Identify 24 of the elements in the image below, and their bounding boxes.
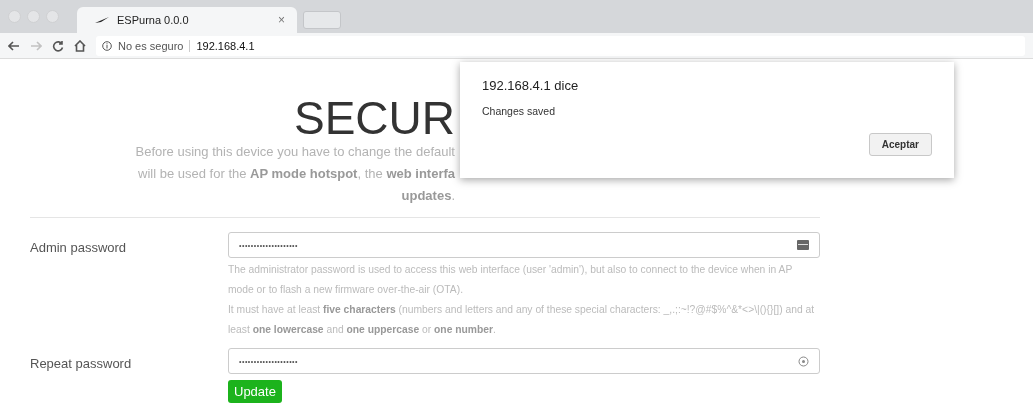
intro-text: updates.	[401, 187, 455, 205]
card-icon[interactable]	[797, 240, 809, 250]
intro-text: will be used for the AP mode hotspot, the web interfa	[138, 165, 455, 183]
reload-icon[interactable]	[52, 39, 64, 52]
browser-tab[interactable]: ESPurna 0.0.0 ×	[77, 7, 297, 33]
help-text: It must have at least five characters (numbers and letters and any of these special characters: _,.;:~!?@#$%^&*<>\|(){}[]) and at least one lowercase and one uppercase or one number.	[228, 303, 816, 337]
field-label: Admin password	[30, 239, 128, 257]
dialog-message: Changes saved	[482, 105, 556, 117]
help-text: The administrator password is used to access this web interface (user 'admin'), but also to connect to the device when in AP mode or to flash a new firmware over-the-air (OTA).	[228, 263, 794, 297]
close-tab-button[interactable]: ×	[278, 13, 285, 27]
circle-icon[interactable]	[798, 355, 809, 367]
feather-icon	[95, 17, 109, 23]
security-label: No es seguro	[118, 39, 184, 52]
url-text: 192.168.4.1	[189, 39, 255, 52]
intro-text: Before using this device you have to change the default	[135, 143, 455, 161]
back-icon[interactable]	[8, 39, 20, 52]
page-title: SECUR	[293, 95, 455, 141]
home-icon[interactable]	[74, 39, 86, 52]
info-icon	[102, 40, 112, 51]
tab-title: ESPurna 0.0.0	[117, 14, 190, 26]
accept-button[interactable]: Aceptar	[868, 133, 932, 156]
address-bar[interactable]: No es seguro 192.168.4.1	[96, 35, 1025, 56]
dialog-title: 192.168.4.1 dice	[482, 78, 580, 93]
field-label: Repeat password	[30, 355, 133, 373]
